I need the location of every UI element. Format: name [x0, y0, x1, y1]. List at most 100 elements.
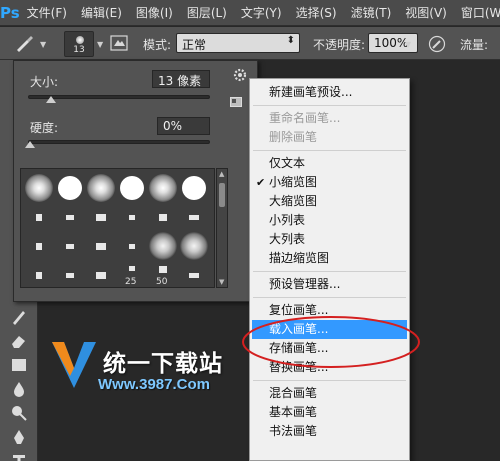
brush-panel-toggle-icon[interactable] [110, 35, 128, 51]
opacity-value: 100% [374, 36, 409, 50]
pen-tool-icon[interactable] [9, 428, 29, 446]
menu-item[interactable]: 编辑(E) [74, 4, 129, 21]
brush-preset[interactable] [55, 202, 85, 232]
hardness-field[interactable]: 0% [157, 117, 210, 135]
brush-preset[interactable] [179, 260, 209, 290]
menu-item[interactable]: 仅文本 [252, 154, 407, 173]
size-field[interactable]: 13 像素 [152, 70, 210, 88]
brush-picker-button[interactable]: 13 [64, 31, 94, 57]
menu-item[interactable]: 混合画笔 [252, 384, 407, 403]
brush-preset[interactable] [86, 231, 116, 261]
menu-item[interactable]: 删除画笔 [252, 128, 407, 147]
brush-preset[interactable] [86, 260, 116, 290]
clone-stamp-tool-icon[interactable] [9, 308, 29, 326]
menu-item-label: 大缩览图 [269, 194, 318, 208]
menu-item[interactable]: 新建画笔预设... [252, 83, 407, 102]
brush-tip-icon [87, 174, 115, 202]
brush-preset[interactable]: 25 [117, 260, 147, 290]
hardness-label: 硬度: [30, 121, 59, 135]
flow-label: 流量: [460, 38, 489, 52]
tool-preset-dropdown-icon[interactable]: ▼ [40, 40, 46, 49]
brush-preset[interactable] [117, 231, 147, 261]
brush-preset[interactable] [148, 202, 178, 232]
brush-tool-icon[interactable] [14, 35, 36, 53]
menu-item[interactable]: ✔ 小缩览图 [252, 173, 407, 192]
mode-select-arrow-icon: ⬍ [286, 35, 295, 46]
menu-item[interactable]: 大列表 [252, 230, 407, 249]
scrollbar-thumb[interactable] [219, 183, 225, 207]
brush-preset[interactable] [148, 173, 178, 203]
hardness-slider[interactable] [28, 140, 210, 144]
brush-preset[interactable] [179, 231, 209, 261]
menu-item[interactable]: 图像(I) [129, 4, 180, 21]
menu-item[interactable]: 选择(S) [289, 4, 344, 21]
brush-preset[interactable] [24, 202, 54, 232]
opacity-label: 不透明度: [313, 38, 366, 52]
brush-preset[interactable] [179, 202, 209, 232]
brush-tip-icon [159, 213, 167, 221]
menu-item[interactable]: 窗口(W [454, 4, 500, 21]
menu-item[interactable]: 基本画笔 [252, 403, 407, 422]
brush-preset[interactable] [55, 173, 85, 203]
new-preset-icon[interactable] [230, 97, 242, 107]
type-tool-icon[interactable] [9, 452, 29, 461]
brush-tip-icon [36, 213, 42, 221]
menu-item-label: 小缩览图 [269, 175, 318, 189]
photoshop-logo: Ps [0, 3, 20, 22]
menu-separator [253, 105, 406, 106]
menu-item[interactable]: 书法画笔 [252, 422, 407, 441]
menu-item[interactable]: 小列表 [252, 211, 407, 230]
eraser-tool-icon[interactable] [9, 332, 29, 350]
brush-preset[interactable] [117, 173, 147, 203]
mode-value: 正常 [182, 38, 207, 52]
annotation-ellipse [242, 316, 420, 368]
brush-preset[interactable] [24, 173, 54, 203]
brush-preset[interactable] [55, 260, 85, 290]
menu-item[interactable]: 预设管理器... [252, 275, 407, 294]
brush-preset[interactable] [117, 202, 147, 232]
brush-preset[interactable] [55, 231, 85, 261]
brush-preset[interactable] [24, 260, 54, 290]
options-bar: ▼ 13 ▼ 模式: 正常 ⬍ 不透明度: 100% ▼ 流量: [0, 27, 500, 60]
menu-item[interactable]: 重命名画笔... [252, 109, 407, 128]
menu-item[interactable]: 文件(F) [20, 4, 74, 21]
blur-tool-icon[interactable] [9, 380, 29, 398]
brush-tip-icon [58, 176, 82, 200]
menu-item[interactable]: 滤镜(T) [344, 4, 399, 21]
brush-tip-icon [120, 176, 144, 200]
brush-tip-icon [182, 176, 206, 200]
menu-item[interactable]: 图层(L) [180, 4, 234, 21]
menu-item[interactable]: 描边缩览图 [252, 249, 407, 268]
menu-item-label: 书法画笔 [269, 424, 318, 438]
brush-preset-grid: 25 50 [20, 168, 215, 288]
size-slider-thumb[interactable] [45, 96, 56, 103]
gradient-tool-icon[interactable] [9, 356, 29, 374]
brush-preset[interactable] [86, 173, 116, 203]
opacity-dropdown-icon[interactable]: ▼ [405, 40, 411, 49]
airbrush-icon[interactable] [428, 35, 446, 53]
menu-item[interactable]: 视图(V) [398, 4, 454, 21]
gear-icon[interactable] [233, 68, 247, 82]
scroll-down-icon[interactable]: ▼ [219, 278, 224, 286]
hardness-slider-thumb[interactable] [25, 141, 35, 148]
brush-preset[interactable] [24, 231, 54, 261]
brush-picker-caret-icon[interactable]: ▼ [97, 40, 103, 49]
brush-preset[interactable]: 50 [148, 260, 178, 290]
menu-item-label: 基本画笔 [269, 405, 318, 419]
brush-tip-icon [66, 243, 74, 249]
scroll-up-icon[interactable]: ▲ [219, 170, 224, 178]
preset-scrollbar[interactable]: ▲ ▼ [216, 168, 228, 288]
brush-preset[interactable] [86, 202, 116, 232]
watermark-title: 统一下载站 [103, 351, 223, 377]
brush-preset[interactable] [148, 231, 178, 261]
menu-item[interactable]: 大缩览图 [252, 192, 407, 211]
brush-tip-icon [25, 174, 53, 202]
dodge-tool-icon[interactable] [9, 404, 29, 422]
watermark: 统一下载站 Www.3987.Com [48, 336, 248, 406]
menu-item[interactable]: 文字(Y) [234, 4, 289, 21]
brush-preset[interactable] [179, 173, 209, 203]
brush-size-label: 25 [125, 277, 137, 287]
brush-tip-icon [66, 214, 74, 220]
brush-size-readout: 13 [73, 45, 85, 55]
mode-select[interactable]: 正常 ⬍ [176, 33, 300, 53]
